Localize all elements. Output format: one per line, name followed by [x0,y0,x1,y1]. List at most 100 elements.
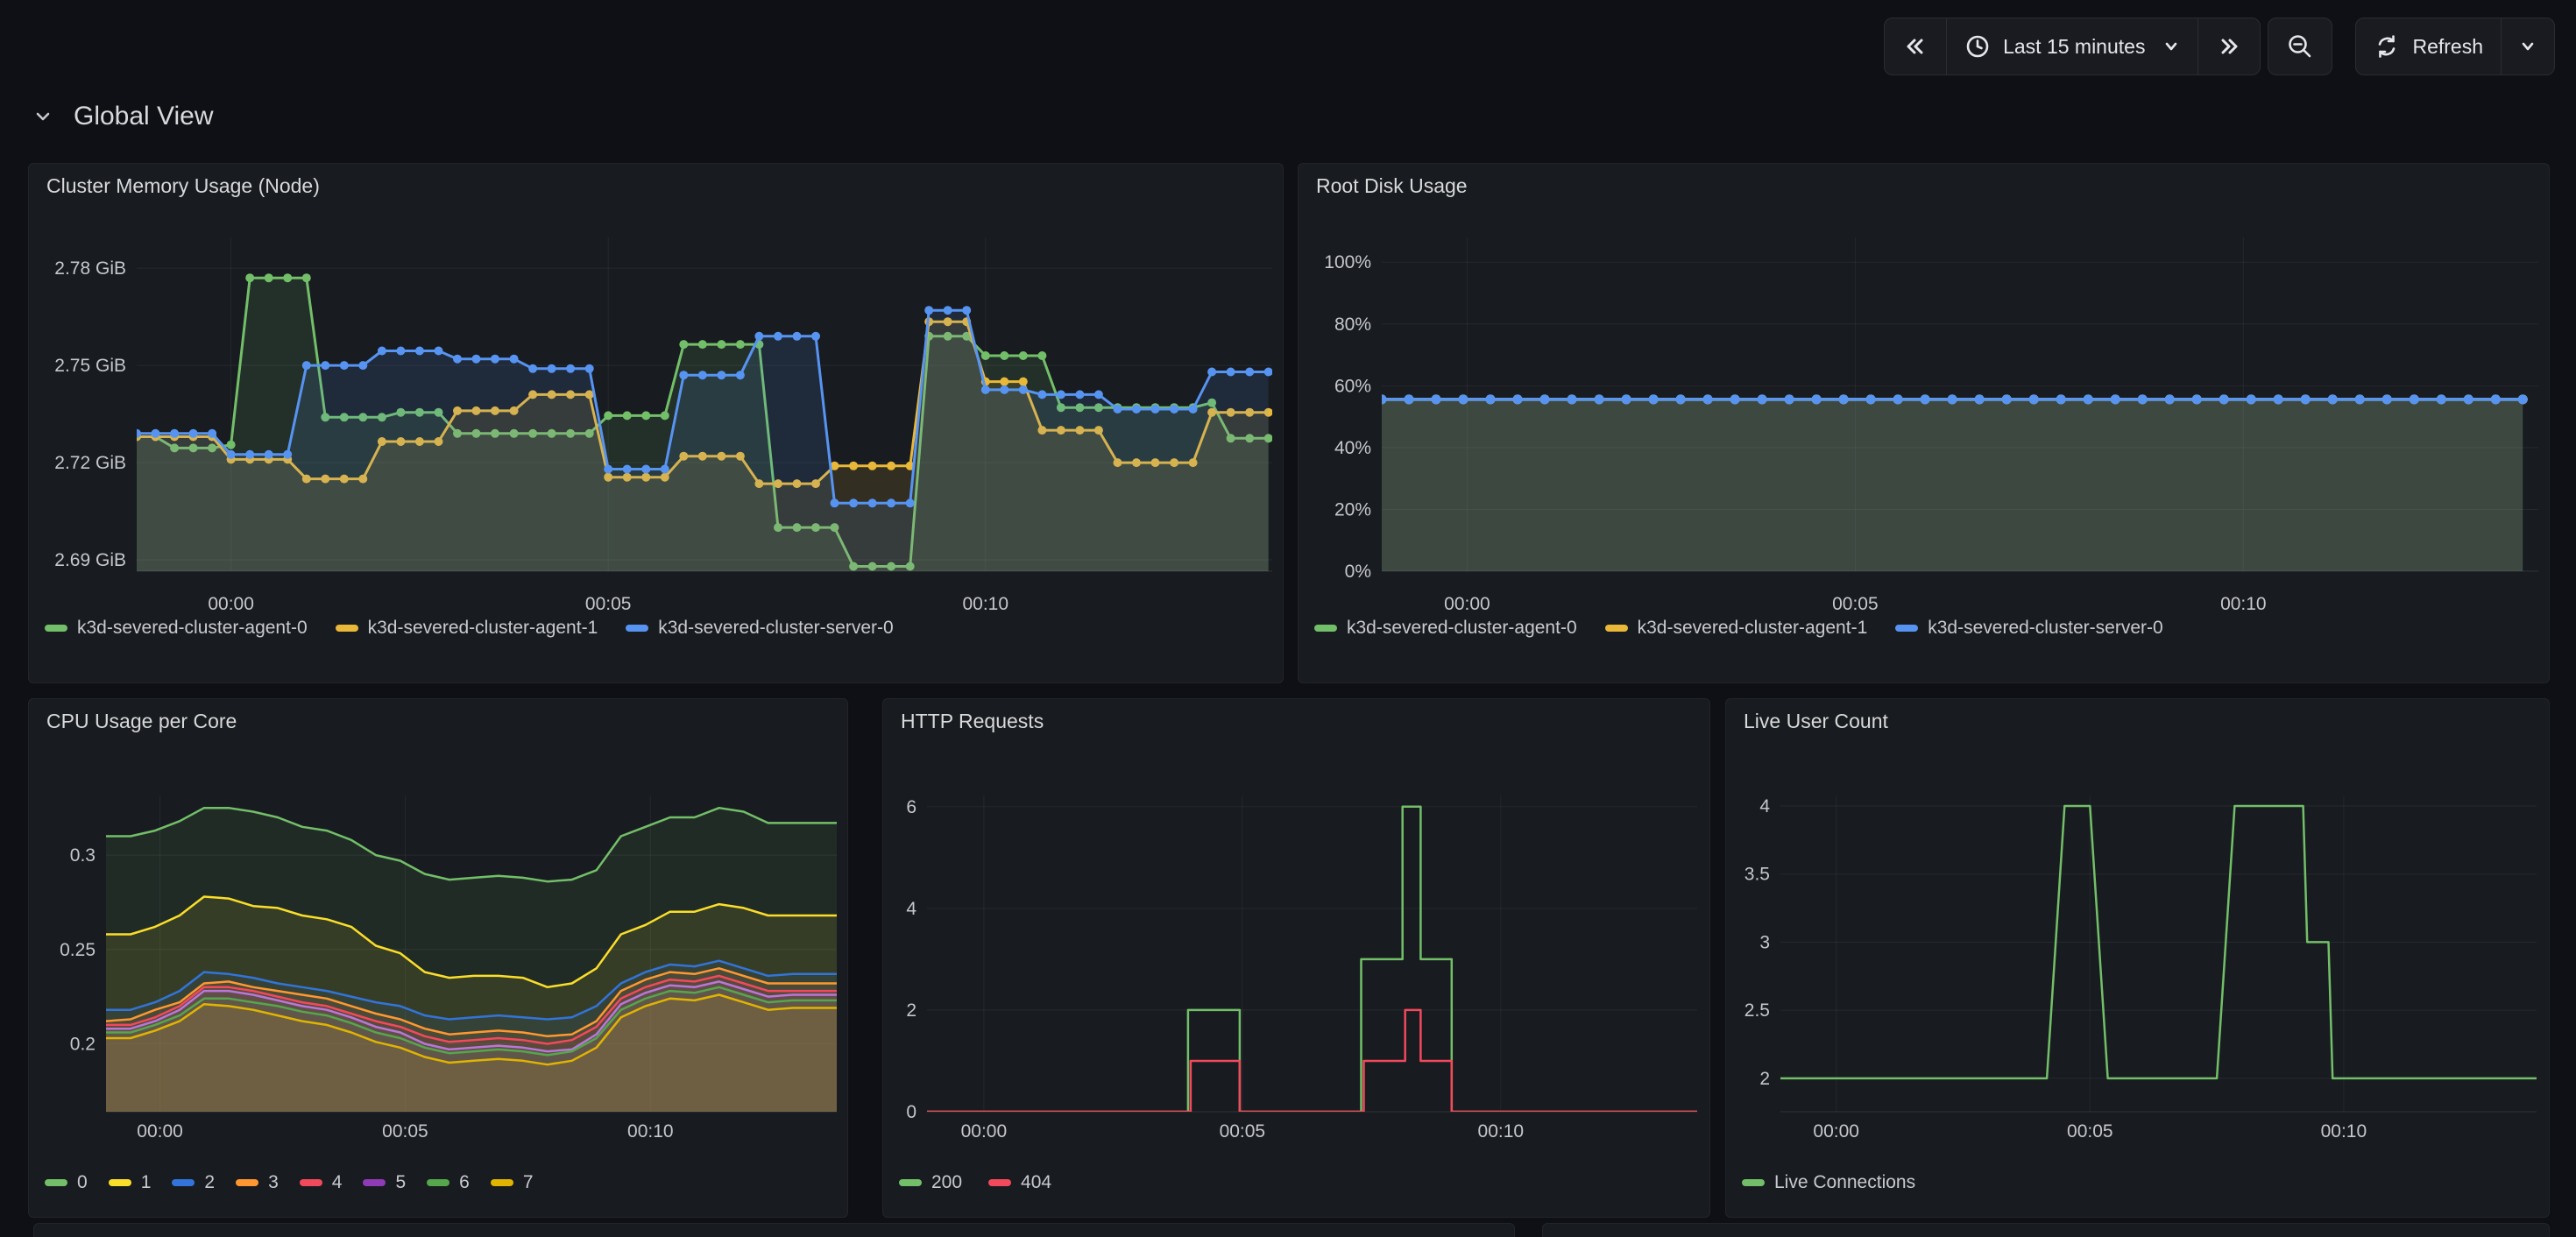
svg-text:00:10: 00:10 [962,594,1008,614]
row-global-view-toggle[interactable]: Global View [32,102,214,131]
svg-text:80%: 80% [1334,315,1371,335]
svg-text:0: 0 [906,1102,916,1122]
svg-text:00:05: 00:05 [1832,594,1879,614]
legend-label: 2 [204,1172,215,1193]
svg-text:0%: 0% [1345,562,1371,582]
legend-label: k3d-severed-cluster-agent-1 [1638,618,1868,639]
svg-text:00:00: 00:00 [961,1121,1008,1142]
svg-text:6: 6 [906,797,916,817]
zoom-out-button[interactable] [2268,18,2332,74]
legend-item[interactable]: 200 [899,1172,962,1193]
svg-text:4: 4 [1759,796,1770,816]
panel-root-disk: Root Disk Usage 100%80%60%40%20%0%00:000… [1298,163,2550,683]
legend-item[interactable]: k3d-severed-cluster-agent-0 [1314,618,1577,639]
legend-label: 200 [931,1172,962,1193]
clock-icon [1964,33,1991,60]
grafana-dashboard: Last 15 minutes [0,0,2576,1237]
double-chevron-left-icon [1902,33,1928,60]
legend-label: k3d-severed-cluster-agent-1 [368,618,598,639]
legend-item[interactable]: 4 [300,1172,343,1193]
zoom-out-icon [2286,32,2314,60]
time-shift-forward-button[interactable] [2197,18,2260,74]
legend-label: k3d-severed-cluster-agent-0 [1347,618,1577,639]
refresh-icon [2374,33,2400,60]
legend-label: 5 [395,1172,406,1193]
time-shift-back-button[interactable] [1885,18,1946,74]
panel-cluster-memory: Cluster Memory Usage (Node) 2.78 GiB2.75… [28,163,1284,683]
refresh-label: Refresh [2412,35,2483,59]
panel-stub [1542,1223,2550,1237]
legend-item[interactable]: 2 [172,1172,215,1193]
svg-text:60%: 60% [1334,376,1371,396]
legend-label: k3d-severed-cluster-server-0 [658,618,893,639]
svg-text:20%: 20% [1334,499,1371,520]
legend-item[interactable]: k3d-severed-cluster-agent-0 [45,618,308,639]
zoom-out-group [2268,18,2332,75]
legend-item[interactable]: k3d-severed-cluster-agent-1 [1605,618,1868,639]
chevron-down-icon [2519,38,2537,55]
section-title: Global View [74,102,214,131]
legend-item[interactable]: 7 [491,1172,534,1193]
svg-text:00:05: 00:05 [2067,1121,2113,1142]
legend-item[interactable]: Live Connections [1742,1172,1915,1193]
svg-text:2: 2 [906,1000,916,1021]
svg-text:00:10: 00:10 [2321,1121,2367,1142]
legend-item[interactable]: 5 [363,1172,406,1193]
svg-text:2.72 GiB: 2.72 GiB [54,453,126,473]
panel-live-user-count: Live User Count 43.532.5200:0000:0500:10… [1725,698,2550,1218]
svg-text:00:10: 00:10 [627,1121,674,1142]
legend-swatch [1314,625,1337,632]
svg-text:3.5: 3.5 [1744,865,1770,885]
chart-live-user-count[interactable]: 43.532.5200:0000:0500:10 [1726,699,2549,1217]
time-range-picker-button[interactable]: Last 15 minutes [1946,18,2197,74]
svg-text:00:05: 00:05 [1220,1121,1266,1142]
legend-item[interactable]: 3 [236,1172,279,1193]
legend-label: 6 [459,1172,470,1193]
legend-item[interactable]: 0 [45,1172,88,1193]
legend-label: 4 [332,1172,343,1193]
refresh-interval-dropdown[interactable] [2501,18,2554,74]
chart-cluster-memory[interactable]: 2.78 GiB2.75 GiB2.72 GiB2.69 GiB00:0000:… [29,164,1283,682]
svg-text:100%: 100% [1324,252,1371,272]
legend-item[interactable]: k3d-severed-cluster-server-0 [1895,618,2162,639]
time-controls-toolbar: Last 15 minutes [1884,18,2555,75]
chart-http-requests[interactable]: 642000:0000:0500:10 [883,699,1709,1217]
svg-text:00:00: 00:00 [1444,594,1490,614]
refresh-button[interactable]: Refresh [2356,18,2501,74]
svg-text:0.2: 0.2 [70,1034,96,1054]
chevron-down-icon [2162,38,2180,55]
legend-swatch [1605,625,1628,632]
legend-label: 7 [523,1172,534,1193]
svg-text:00:10: 00:10 [2220,594,2267,614]
svg-text:00:00: 00:00 [137,1121,183,1142]
legend-label: Live Connections [1774,1172,1915,1193]
legend-item[interactable]: k3d-severed-cluster-server-0 [626,618,893,639]
legend-swatch [1895,625,1918,632]
legend-swatch [109,1179,131,1186]
legend-swatch [491,1179,513,1186]
svg-text:2.5: 2.5 [1744,1000,1770,1021]
legend-swatch [363,1179,386,1186]
legend-item[interactable]: 404 [988,1172,1051,1193]
legend-item[interactable]: k3d-severed-cluster-agent-1 [336,618,598,639]
time-range-label: Last 15 minutes [2003,35,2145,59]
svg-text:00:00: 00:00 [208,594,254,614]
legend-label: 404 [1021,1172,1051,1193]
legend: 200 404 [899,1172,1051,1193]
svg-text:2.75 GiB: 2.75 GiB [54,356,126,376]
legend-swatch [236,1179,258,1186]
legend-swatch [45,625,67,632]
svg-text:00:05: 00:05 [382,1121,428,1142]
legend-label: k3d-severed-cluster-server-0 [1928,618,2162,639]
legend-swatch [626,625,648,632]
svg-text:3: 3 [1759,932,1770,952]
legend-swatch [1742,1179,1765,1186]
time-picker-group: Last 15 minutes [1884,18,2261,75]
legend-item[interactable]: 6 [427,1172,470,1193]
legend-label: 1 [141,1172,152,1193]
chart-cpu-per-core[interactable]: 0.30.250.200:0000:0500:10 [29,699,847,1217]
chart-root-disk[interactable]: 100%80%60%40%20%0%00:0000:0500:10 [1299,164,2549,682]
panel-stub [33,1223,1515,1237]
legend-item[interactable]: 1 [109,1172,152,1193]
legend: Live Connections [1742,1172,1915,1193]
